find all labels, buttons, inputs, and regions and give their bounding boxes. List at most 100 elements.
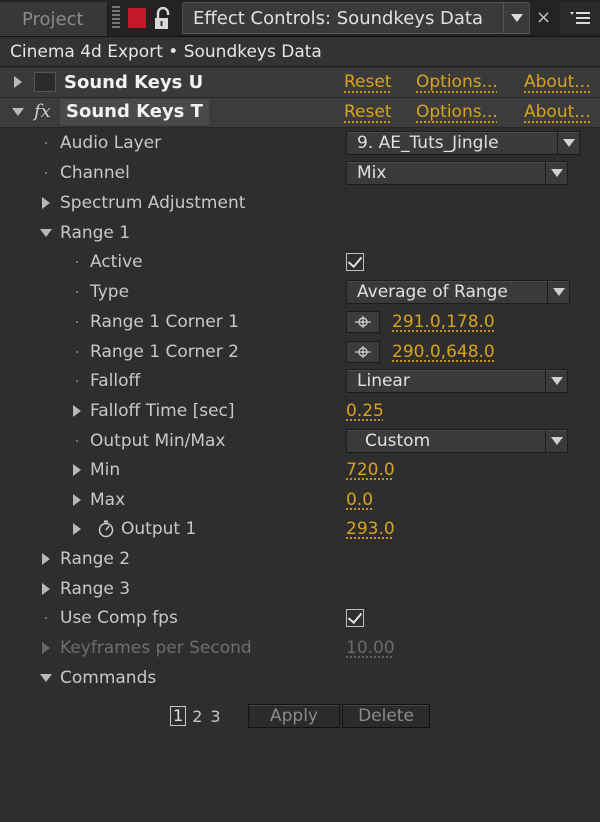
- panel-grip-icon[interactable]: [112, 6, 120, 30]
- prop-use-comp-fps: Use Comp fps: [0, 603, 600, 633]
- tree-dot: [76, 260, 78, 263]
- prop-label: Type: [90, 281, 130, 302]
- twirl-right-icon[interactable]: [42, 552, 50, 565]
- page-1[interactable]: 1: [170, 706, 187, 726]
- twirl-right-icon[interactable]: [73, 404, 81, 417]
- chevron-down-icon: [545, 429, 567, 452]
- type-dropdown[interactable]: Average of Range: [346, 279, 570, 304]
- header-title: Cinema 4d Export • Soundkeys Data: [10, 41, 322, 62]
- prop-audio-layer: Audio Layer 9. AE_Tuts_Jingle: [0, 128, 600, 158]
- prop-label: Range 1 Corner 2: [90, 341, 239, 362]
- prop-range-3[interactable]: Range 3: [0, 574, 600, 604]
- effect-name: Sound Keys T: [60, 99, 209, 126]
- channel-dropdown[interactable]: Mix: [346, 160, 568, 185]
- corner-1-value[interactable]: 291.0,178.0: [392, 312, 495, 332]
- prop-label: Min: [90, 459, 121, 480]
- tree-dot: [76, 439, 78, 442]
- chevron-down-icon: [547, 280, 569, 303]
- prop-label: Commands: [60, 667, 157, 688]
- chevron-down-icon: [545, 161, 567, 184]
- twirl-down-icon[interactable]: [40, 673, 52, 682]
- falloff-time-value[interactable]: 0.25: [346, 401, 384, 421]
- reset-link[interactable]: Reset: [344, 72, 392, 92]
- twirl-right-icon[interactable]: [42, 196, 50, 209]
- twirl-right-icon[interactable]: [14, 76, 22, 89]
- dropdown-value: Linear: [357, 370, 410, 391]
- tab-project-label: Project: [22, 8, 84, 30]
- prop-label: Range 3: [60, 578, 131, 599]
- close-icon[interactable]: ×: [536, 8, 551, 28]
- options-link[interactable]: Options...: [416, 102, 498, 122]
- tree-dot: [76, 350, 78, 353]
- tab-dropdown-button[interactable]: [503, 3, 529, 33]
- layer-color-swatch: [128, 8, 146, 28]
- apply-button[interactable]: Apply: [248, 704, 340, 728]
- prop-label: Range 1: [60, 222, 131, 243]
- output-min-max-dropdown[interactable]: Custom: [346, 428, 568, 453]
- twirl-down-icon[interactable]: [12, 108, 24, 117]
- audio-layer-dropdown[interactable]: 9. AE_Tuts_Jingle: [346, 130, 580, 155]
- prop-type: Type Average of Range: [0, 277, 600, 307]
- prop-range-1[interactable]: Range 1: [0, 218, 600, 248]
- falloff-dropdown[interactable]: Linear: [346, 368, 568, 393]
- effect-toggle-box[interactable]: [34, 72, 56, 93]
- prop-output-min-max: Output Min/Max Custom: [0, 426, 600, 456]
- prop-range-2[interactable]: Range 2: [0, 544, 600, 574]
- chevron-down-icon: [557, 131, 579, 154]
- tree-dot: [45, 141, 47, 144]
- lock-icon[interactable]: [152, 7, 174, 31]
- delete-button[interactable]: Delete: [342, 704, 430, 728]
- twirl-right-icon[interactable]: [42, 582, 50, 595]
- tree-dot: [45, 171, 47, 174]
- tab-project[interactable]: Project: [0, 2, 108, 36]
- twirl-right-icon: [42, 641, 50, 654]
- tree-dot: [45, 616, 47, 619]
- prop-spectrum-adjustment[interactable]: Spectrum Adjustment: [0, 188, 600, 218]
- prop-label: Audio Layer: [60, 132, 162, 153]
- stopwatch-icon[interactable]: [97, 520, 115, 538]
- crosshair-icon[interactable]: [346, 340, 380, 363]
- crosshair-icon[interactable]: [346, 310, 380, 333]
- page-2[interactable]: 2: [190, 707, 204, 726]
- effect-row-sound-keys-u[interactable]: Sound Keys U Reset Options... About...: [0, 68, 600, 98]
- use-comp-fps-checkbox[interactable]: [346, 608, 364, 627]
- fx-icon[interactable]: fx: [34, 101, 58, 123]
- effect-name: Sound Keys U: [64, 71, 204, 93]
- effect-row-sound-keys-t[interactable]: fx Sound Keys T Reset Options... About..…: [0, 98, 600, 128]
- output-1-value[interactable]: 293.0: [346, 519, 395, 539]
- min-value[interactable]: 720.0: [346, 460, 395, 480]
- prop-label: Keyframes per Second: [60, 637, 252, 658]
- tree-dot: [76, 379, 78, 382]
- prop-max: Max 0.0: [0, 485, 600, 515]
- twirl-right-icon[interactable]: [73, 463, 81, 476]
- dropdown-value: Mix: [357, 162, 387, 183]
- menu-icon: [570, 12, 590, 24]
- prop-label: Output 1: [121, 518, 197, 539]
- prop-label: Spectrum Adjustment: [60, 192, 246, 213]
- twirl-down-icon[interactable]: [40, 228, 52, 237]
- prop-label: Range 1 Corner 1: [90, 311, 239, 332]
- twirl-right-icon[interactable]: [73, 522, 81, 535]
- options-link[interactable]: Options...: [416, 72, 498, 92]
- prop-label: Active: [90, 251, 143, 272]
- twirl-right-icon[interactable]: [73, 493, 81, 506]
- reset-link[interactable]: Reset: [344, 102, 392, 122]
- corner-2-value[interactable]: 290.0,648.0: [392, 342, 495, 362]
- effect-controls-header: Cinema 4d Export • Soundkeys Data: [0, 37, 600, 67]
- chevron-down-icon: [510, 14, 523, 22]
- page-3[interactable]: 3: [208, 707, 222, 726]
- prop-keyframes-per-second: Keyframes per Second 10.00: [0, 633, 600, 663]
- prop-channel: Channel Mix: [0, 158, 600, 188]
- active-checkbox[interactable]: [346, 252, 364, 271]
- max-value[interactable]: 0.0: [346, 490, 373, 510]
- prop-range-1-corner-2: Range 1 Corner 2 290.0,648.0: [0, 337, 600, 367]
- prop-output-1: Output 1 293.0: [0, 514, 600, 544]
- tab-effect-controls-label: Effect Controls: Soundkeys Data: [193, 7, 484, 29]
- prop-commands[interactable]: Commands: [0, 663, 600, 693]
- about-link[interactable]: About...: [524, 102, 590, 122]
- tab-effect-controls[interactable]: Effect Controls: Soundkeys Data: [182, 2, 530, 34]
- dropdown-value: 9. AE_Tuts_Jingle: [357, 132, 499, 153]
- about-link[interactable]: About...: [524, 72, 590, 92]
- tree-dot: [76, 290, 78, 293]
- panel-menu-icon[interactable]: [560, 2, 600, 34]
